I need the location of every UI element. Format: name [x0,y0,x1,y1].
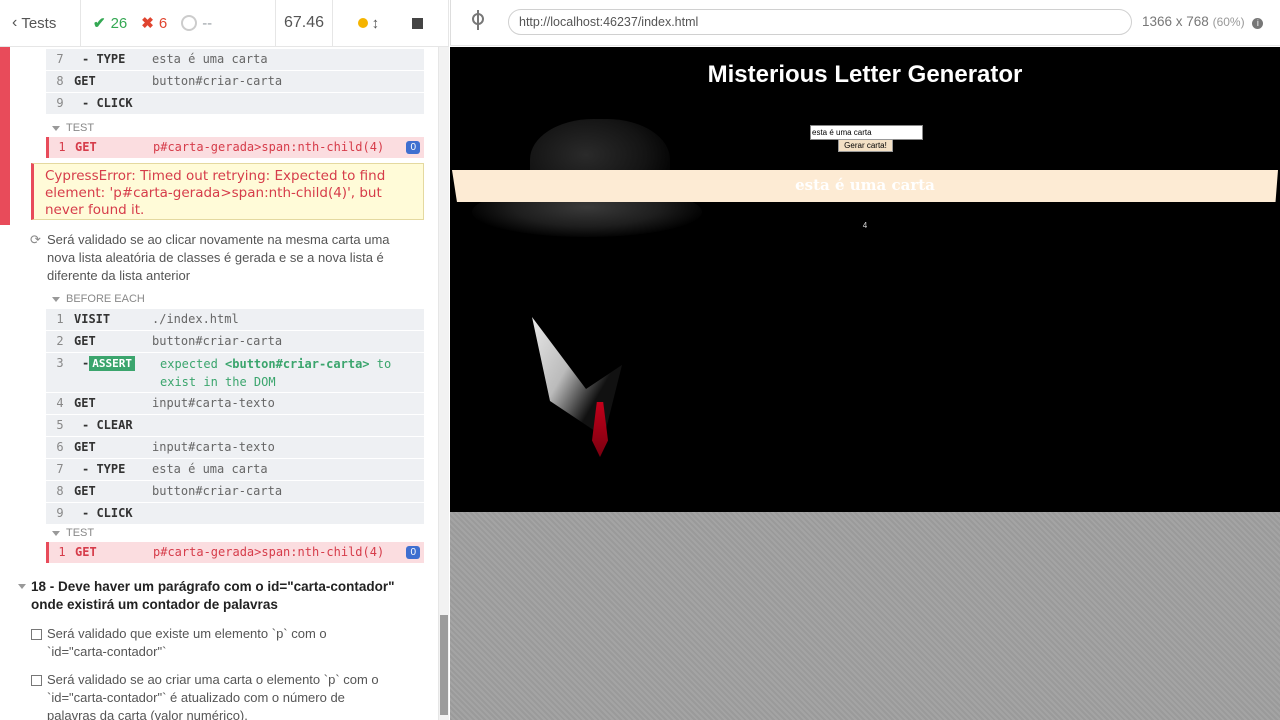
cross-icon: ✖ [141,15,154,32]
pending-stat[interactable]: -- [181,15,212,32]
section-label: BEFORE EACH [66,293,145,305]
caret-down-icon [52,530,60,536]
test-title[interactable]: Será validado se ao clicar novamente na … [47,231,392,285]
failed-stat[interactable]: ✖ 6 [141,14,168,33]
background-figure-collar [532,317,622,437]
element-count-badge: 0 [406,546,420,559]
caret-down-icon [18,584,26,589]
command-row[interactable]: 7 - TYPE esta é uma carta [46,49,424,71]
failed-command-row[interactable]: 1 GET p#carta-gerada>span:nth-child(4) 0 [46,137,424,158]
command-log: 7 - TYPE esta é uma carta 8 GET button#c… [46,49,424,115]
crosshair-icon [477,10,479,30]
passed-stat[interactable]: ✔ 26 [93,14,128,33]
before-each-toggle[interactable]: BEFORE EACH [52,293,145,305]
command-row[interactable]: 7 - TYPE esta é uma carta [46,459,424,481]
command-row[interactable]: 6 GET input#carta-texto [46,437,424,459]
command-row[interactable]: 4 GET input#carta-texto [46,393,424,415]
element-count-badge: 0 [406,141,420,154]
failed-test-indicator [0,47,10,225]
aut-background [450,512,1280,720]
retry-icon: ⟳ [30,232,41,247]
section-label: TEST [66,527,95,539]
run-controls: ↕ [333,0,449,46]
pending-circle-icon [181,15,198,31]
create-letter-button[interactable]: Gerar carta! [838,139,893,152]
assert-badge: ASSERT [89,356,135,371]
test-section-toggle[interactable]: TEST [52,527,94,539]
status-dot-icon [357,18,368,28]
pending-count: -- [202,14,213,32]
auto-scroll-toggle[interactable]: ↕ [357,14,380,32]
tests-back-button[interactable]: ‹ Tests [0,0,81,46]
command-row[interactable]: 8 GET button#criar-carta [46,481,424,503]
letter-text-input[interactable]: esta é uma carta [810,125,923,140]
command-row[interactable]: 5 - CLEAR [46,415,424,437]
viewport-scale: (60%) [1212,15,1245,29]
app-under-test: Misterious Letter Generator esta é uma c… [450,47,1280,512]
scrollbar-thumb[interactable] [440,615,448,715]
browser-header: http://localhost:46237/index.html 1366 x… [450,0,1280,46]
pending-checkbox-icon [31,675,42,686]
generated-letter-text: esta é uma carta [795,176,935,194]
error-message[interactable]: CypressError: Timed out retrying: Expect… [31,163,424,220]
info-icon: i [1252,18,1264,29]
viewport-info[interactable]: 1366 x 768 (60%) i [1142,14,1264,29]
letter-counter: 4 [862,221,868,230]
failed-command-row[interactable]: 1 GET p#carta-gerada>span:nth-child(4) 0 [46,542,424,563]
command-row[interactable]: 9 - CLICK [46,93,424,115]
caret-down-icon [52,125,60,131]
assert-row[interactable]: 3 - ASSERT expected <button#criar-carta> … [46,353,424,393]
command-row[interactable]: 1 VISIT ./index.html [46,309,424,331]
reporter-header: ‹ Tests ✔ 26 ✖ 6 -- 67.46 ↕ [0,0,449,47]
command-row[interactable]: 8 GET button#criar-carta [46,71,424,93]
command-row[interactable]: 9 - CLICK [46,503,424,525]
reporter-body: 7 - TYPE esta é uma carta 8 GET button#c… [0,47,449,720]
viewport-size: 1366 x 768 [1142,14,1209,29]
url-bar[interactable]: http://localhost:46237/index.html [508,9,1132,35]
chevron-left-icon: ‹ [12,14,18,31]
pending-checkbox-icon [31,629,42,640]
test-section-toggle[interactable]: TEST [52,122,94,134]
test-title[interactable]: Será validado que existe um elemento `p`… [47,625,387,661]
duration: 67.46 [276,0,333,46]
updown-arrow-icon: ↕ [371,14,380,32]
command-row[interactable]: 2 GET button#criar-carta [46,331,424,353]
suite-title[interactable]: 18 - Deve haver um parágrafo com o id="c… [31,578,426,614]
section-label: TEST [66,122,95,134]
stop-button[interactable] [412,17,424,29]
check-icon: ✔ [93,15,106,32]
app-title: Misterious Letter Generator [707,61,1023,88]
stats: ✔ 26 ✖ 6 -- [81,0,276,46]
caret-down-icon [52,296,60,302]
passed-count: 26 [110,14,128,32]
failed-count: 6 [158,14,168,32]
tests-label: Tests [21,14,57,32]
command-log: 1 VISIT ./index.html 2 GET button#criar-… [46,309,424,525]
test-title[interactable]: Será validado se ao criar uma carta o el… [47,671,392,720]
